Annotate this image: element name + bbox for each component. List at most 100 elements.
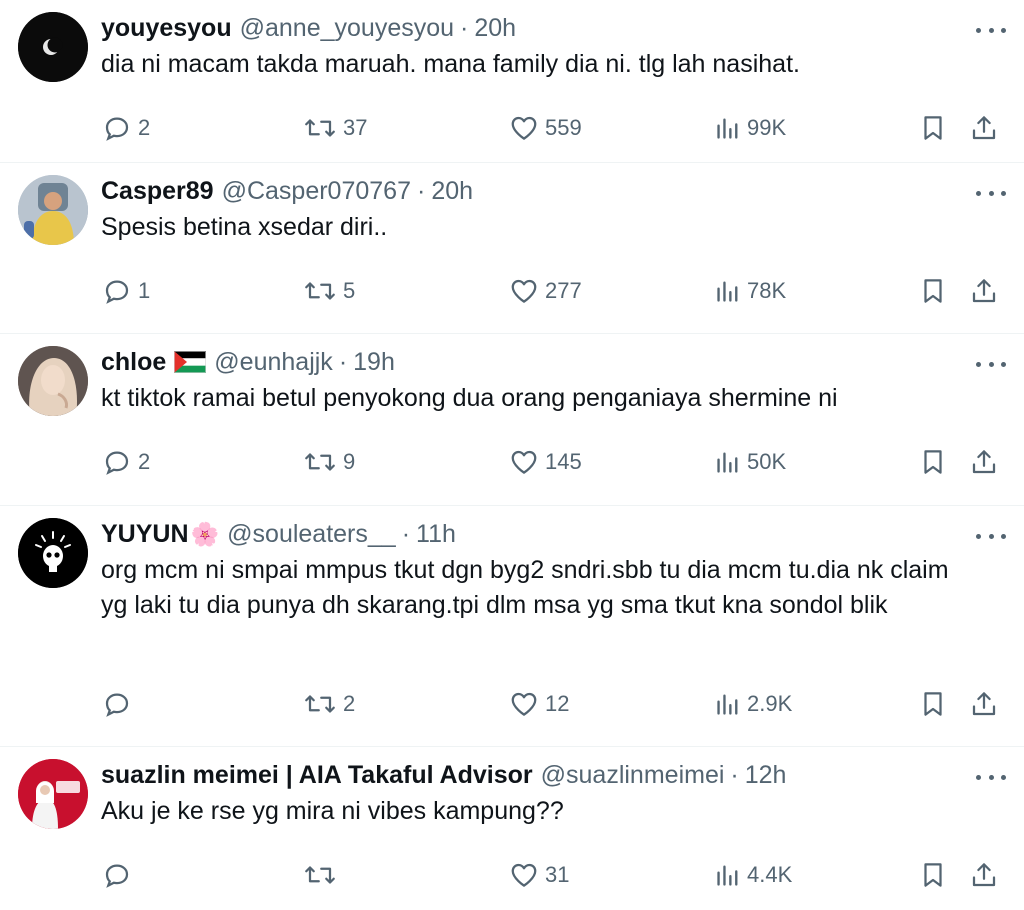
avatar[interactable] xyxy=(18,346,88,416)
aia-logo-avatar-icon xyxy=(18,759,88,829)
like-count: 277 xyxy=(545,278,582,303)
like-count: 559 xyxy=(545,115,582,140)
display-name[interactable]: YUYUN xyxy=(101,520,189,549)
user-handle[interactable]: @anne_youyesyou xyxy=(240,14,454,43)
share-button[interactable] xyxy=(969,113,999,143)
tweet[interactable]: youyesyou @anne_youyesyou · 20h dia ni m… xyxy=(0,0,1024,163)
retweet-button[interactable]: 9 xyxy=(303,447,355,477)
separator-dot: · xyxy=(460,13,469,42)
view-count: 99K xyxy=(747,115,787,140)
tweet-text: dia ni macam takda maruah. mana family d… xyxy=(101,50,800,78)
more-options-icon[interactable] xyxy=(976,526,1006,546)
tweet-text: org mcm ni smpai mmpus tkut dgn byg2 snd… xyxy=(101,556,949,619)
share-button[interactable] xyxy=(969,447,999,477)
view-count: 78K xyxy=(747,278,787,303)
timestamp[interactable]: 20h xyxy=(474,14,516,43)
like-button[interactable]: 145 xyxy=(509,447,582,477)
tweet-header: YUYUN 🌸 @souleaters__ · 11h xyxy=(101,518,1006,550)
share-icon xyxy=(972,279,996,303)
like-count: 31 xyxy=(545,862,570,887)
timestamp[interactable]: 19h xyxy=(353,348,395,377)
like-button[interactable]: 31 xyxy=(509,860,569,890)
retweet-button[interactable]: 2 xyxy=(303,689,355,719)
avatar[interactable] xyxy=(18,175,88,245)
retweet-count: 2 xyxy=(343,691,356,716)
bookmark-icon xyxy=(924,116,942,140)
user-handle[interactable]: @eunhajjk xyxy=(214,348,333,377)
tweet-text: kt tiktok ramai betul penyokong dua oran… xyxy=(101,384,838,412)
avatar[interactable] xyxy=(18,759,88,829)
reply-icon xyxy=(105,451,129,475)
retweet-count: 37 xyxy=(343,115,368,140)
reply-button[interactable] xyxy=(102,689,138,719)
reply-count: 1 xyxy=(138,278,151,303)
like-button[interactable]: 12 xyxy=(509,689,569,719)
views-button[interactable]: 78K xyxy=(715,276,786,306)
timestamp[interactable]: 11h xyxy=(416,520,456,549)
share-icon xyxy=(972,116,996,140)
display-name[interactable]: Casper89 xyxy=(101,177,214,206)
reply-button[interactable]: 2 xyxy=(102,447,150,477)
avatar[interactable] xyxy=(18,518,88,588)
reply-button[interactable]: 2 xyxy=(102,113,150,143)
user-handle[interactable]: @suazlinmeimei xyxy=(541,761,725,790)
user-handle[interactable]: @souleaters__ xyxy=(227,520,396,549)
separator-dot: · xyxy=(416,176,426,205)
tweet[interactable]: chloe @eunhajjk · 19h kt tiktok ramai be… xyxy=(0,334,1024,506)
share-button[interactable] xyxy=(969,689,999,719)
retweet-button[interactable]: 5 xyxy=(303,276,355,306)
avatar[interactable] xyxy=(18,12,88,82)
views-button[interactable]: 99K xyxy=(715,113,786,143)
timestamp[interactable]: 12h xyxy=(745,761,787,790)
share-button[interactable] xyxy=(969,276,999,306)
more-options-icon[interactable] xyxy=(976,183,1006,203)
user-handle[interactable]: @Casper070767 xyxy=(222,177,411,206)
display-name[interactable]: youyesyou xyxy=(101,14,232,43)
views-icon xyxy=(717,118,738,139)
retweet-icon xyxy=(305,866,335,884)
views-button[interactable]: 50K xyxy=(715,447,786,477)
more-options-icon[interactable] xyxy=(976,20,1006,40)
heart-icon xyxy=(511,692,537,716)
reply-icon xyxy=(105,693,129,717)
views-icon xyxy=(717,694,738,715)
like-button[interactable]: 559 xyxy=(509,113,582,143)
bookmark-button[interactable] xyxy=(918,447,948,477)
reply-button[interactable] xyxy=(102,860,138,890)
heart-icon xyxy=(511,863,537,887)
tweet[interactable]: Casper89 @Casper070767 · 20h Spesis beti… xyxy=(0,163,1024,334)
view-count: 50K xyxy=(747,449,787,474)
bookmark-button[interactable] xyxy=(918,689,948,719)
retweet-button[interactable] xyxy=(303,860,343,890)
tweet[interactable]: suazlin meimei | AIA Takaful Advisor @su… xyxy=(0,747,1024,910)
reply-icon xyxy=(105,117,129,141)
tweet-header: chloe @eunhajjk · 19h xyxy=(101,346,1006,378)
separator-dot: · xyxy=(338,347,348,376)
reply-count: 2 xyxy=(138,449,151,474)
bookmark-button[interactable] xyxy=(918,276,948,306)
like-button[interactable]: 277 xyxy=(509,276,582,306)
action-bar: 2 9 145 50K xyxy=(101,442,1006,482)
reply-button[interactable]: 1 xyxy=(102,276,150,306)
bookmark-icon xyxy=(924,279,942,303)
display-name[interactable]: chloe xyxy=(101,348,166,377)
timestamp[interactable]: 20h xyxy=(431,177,473,206)
bookmark-button[interactable] xyxy=(918,113,948,143)
bookmark-button[interactable] xyxy=(918,860,948,890)
bookmark-icon xyxy=(924,450,942,474)
views-button[interactable]: 4.4K xyxy=(715,860,792,890)
tweet-header: Casper89 @Casper070767 · 20h xyxy=(101,175,1006,207)
views-button[interactable]: 2.9K xyxy=(715,689,792,719)
tweet[interactable]: YUYUN 🌸 @souleaters__ · 11h org mcm ni s… xyxy=(0,506,1024,747)
retweet-count: 9 xyxy=(343,449,356,474)
retweet-button[interactable]: 37 xyxy=(303,113,367,143)
tweet-text: Spesis betina xsedar diri.. xyxy=(101,213,388,241)
share-button[interactable] xyxy=(969,860,999,890)
more-options-icon[interactable] xyxy=(976,354,1006,374)
display-name[interactable]: suazlin meimei | AIA Takaful Advisor xyxy=(101,761,533,790)
retweet-count: 5 xyxy=(343,278,356,303)
more-options-icon[interactable] xyxy=(976,767,1006,787)
person-photo-icon xyxy=(18,346,88,416)
skull-icon xyxy=(18,518,88,588)
separator-dot: · xyxy=(401,519,411,548)
